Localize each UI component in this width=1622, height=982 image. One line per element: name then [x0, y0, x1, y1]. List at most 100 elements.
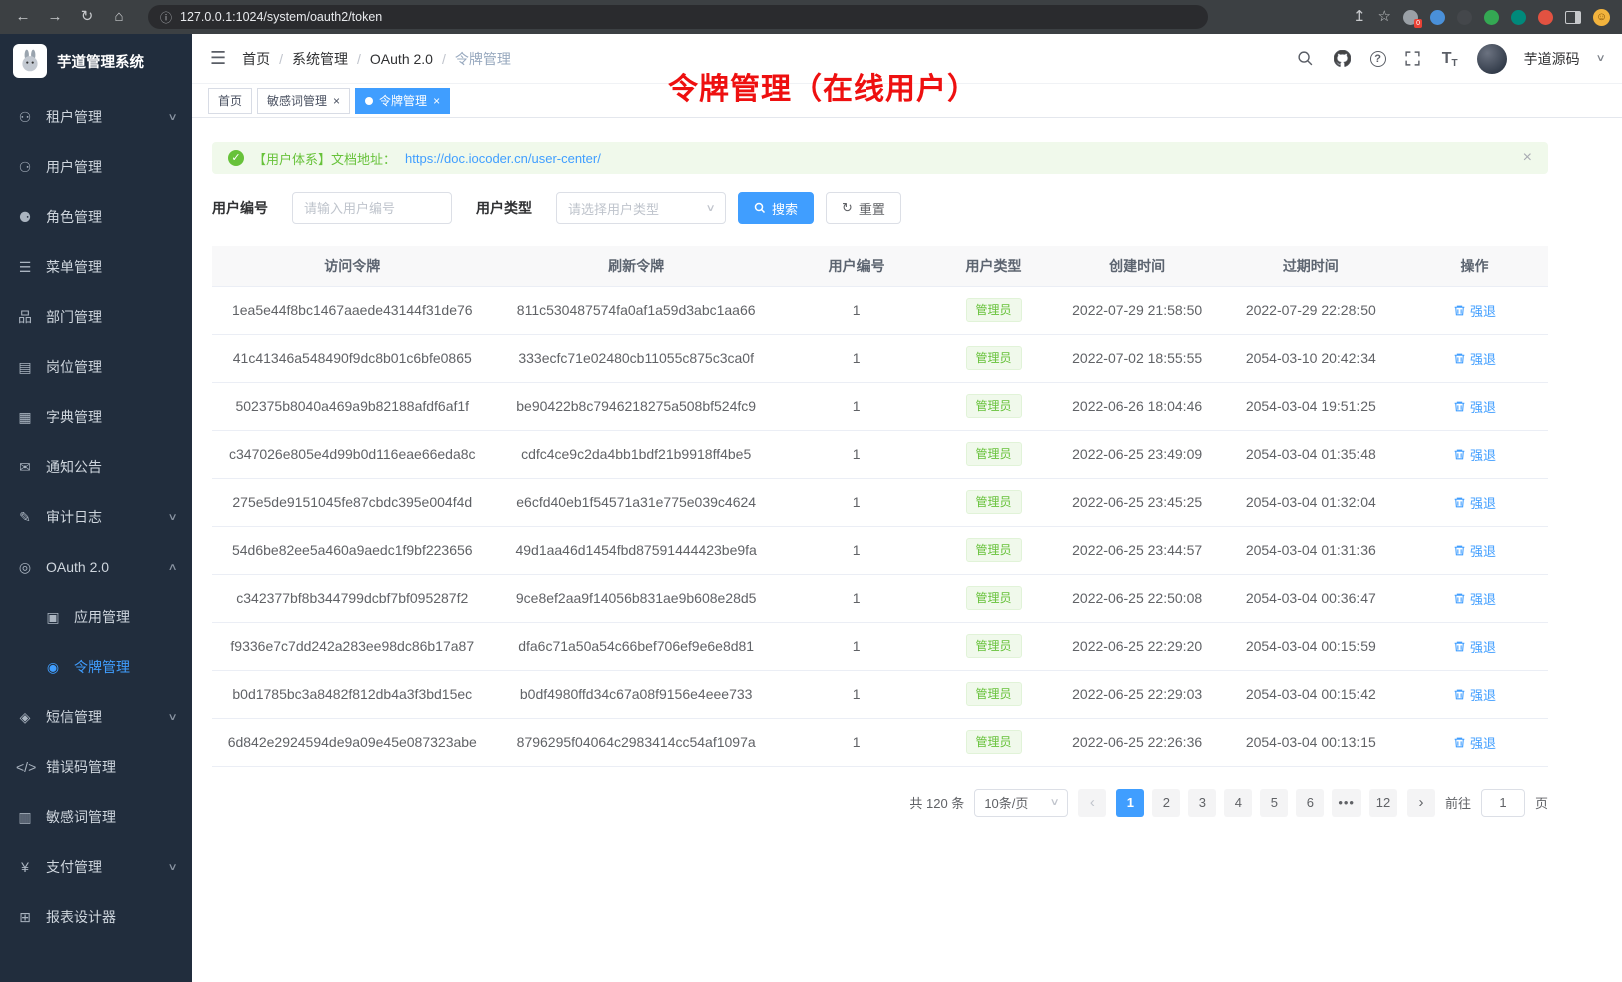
force-logout-button[interactable]: 强退 — [1453, 493, 1496, 512]
search-button[interactable]: 搜索 — [738, 192, 814, 224]
tab-home[interactable]: 首页 — [208, 88, 252, 114]
sensitive-icon: ▥ — [16, 809, 34, 826]
sidebar-item-oauth2-app[interactable]: ▣应用管理 — [0, 592, 192, 642]
home-icon[interactable]: ⌂ — [108, 0, 130, 34]
search-icon[interactable] — [1296, 49, 1316, 69]
sidebar-item-notice[interactable]: ✉通知公告 — [0, 442, 192, 492]
alert-close-icon[interactable]: × — [1523, 149, 1532, 167]
url-bar[interactable]: ⓘ 127.0.0.1:1024/system/oauth2/token — [148, 5, 1208, 29]
tab-sensitive-word[interactable]: 敏感词管理× — [257, 88, 350, 114]
user-type-tag: 管理员 — [966, 394, 1022, 418]
tab-close-icon[interactable]: × — [433, 94, 440, 108]
alert-doc-link[interactable]: https://doc.iocoder.cn/user-center/ — [405, 151, 601, 166]
user-id-input[interactable] — [292, 192, 452, 224]
github-icon[interactable] — [1333, 49, 1353, 69]
goto-page-input[interactable] — [1481, 789, 1525, 817]
tab-close-icon[interactable]: × — [333, 94, 340, 108]
sidebar-item-menu[interactable]: ☰菜单管理 — [0, 242, 192, 292]
pager-page-12[interactable]: 12 — [1369, 789, 1397, 817]
force-logout-button[interactable]: 强退 — [1453, 301, 1496, 320]
back-icon[interactable]: ← — [12, 0, 34, 34]
user-type-placeholder: 请选择用户类型 — [568, 199, 659, 218]
extension-icon[interactable] — [1430, 10, 1445, 25]
force-logout-button[interactable]: 强退 — [1453, 685, 1496, 704]
trash-icon — [1453, 592, 1466, 605]
force-logout-button[interactable]: 强退 — [1453, 445, 1496, 464]
share-icon[interactable]: ↥ — [1353, 0, 1366, 34]
sidebar-item-error-code[interactable]: </>错误码管理 — [0, 742, 192, 792]
sidebar-item-role[interactable]: ⚈角色管理 — [0, 192, 192, 242]
col-user-type: 用户类型 — [933, 246, 1053, 286]
force-logout-button[interactable]: 强退 — [1453, 349, 1496, 368]
sidebar-item-post[interactable]: ▤岗位管理 — [0, 342, 192, 392]
collapse-sidebar-icon[interactable]: ☰ — [210, 48, 226, 69]
trash-icon — [1453, 640, 1466, 653]
table-header-row: 访问令牌 刷新令牌 用户编号 用户类型 创建时间 过期时间 操作 — [212, 246, 1548, 286]
audit-icon: ✎ — [16, 509, 34, 526]
pager-more-button[interactable]: ••• — [1332, 789, 1361, 817]
help-icon[interactable]: ? — [1370, 51, 1386, 67]
extension-icon[interactable] — [1511, 10, 1526, 25]
chevron-down-icon[interactable]: ∨ — [1595, 53, 1605, 64]
app-logo-row[interactable]: 芋道管理系统 — [0, 34, 192, 88]
extension-icon[interactable] — [1457, 10, 1472, 25]
reset-button[interactable]: ↻ 重置 — [826, 192, 901, 224]
cell-refresh-token: 811c530487574fa0af1a59d3abc1aa66 — [493, 286, 780, 334]
bookmark-star-icon[interactable]: ☆ — [1378, 0, 1391, 34]
chevron-down-icon: ∨ — [167, 862, 177, 873]
sidebar-item-oauth2-token[interactable]: ◉令牌管理 — [0, 642, 192, 692]
fullscreen-icon[interactable] — [1403, 49, 1423, 69]
cell-refresh-token: 9ce8ef2aa9f14056b831ae9b608e28d5 — [493, 574, 780, 622]
breadcrumb-item-oauth2[interactable]: OAuth 2.0 — [370, 51, 446, 67]
pager-page-3[interactable]: 3 — [1188, 789, 1216, 817]
force-logout-button[interactable]: 强退 — [1453, 733, 1496, 752]
force-logout-button[interactable]: 强退 — [1453, 397, 1496, 416]
trash-icon — [1453, 544, 1466, 557]
header-actions: ? T 芋道源码 ∨ — [1296, 44, 1604, 74]
tab-oauth2-token[interactable]: 令牌管理× — [355, 88, 450, 114]
page-size-select[interactable]: 10条/页 ∨ — [974, 789, 1068, 817]
force-logout-button[interactable]: 强退 — [1453, 589, 1496, 608]
puzzle-extension-icon[interactable] — [1538, 10, 1553, 25]
sidebar-item-label: 审计日志 — [46, 507, 169, 527]
pager-prev-button[interactable]: ‹ — [1078, 789, 1106, 817]
sidebar-item-tenant[interactable]: ⚇租户管理∨ — [0, 92, 192, 142]
sidebar-item-label: 用户管理 — [46, 157, 176, 177]
user-type-tag: 管理员 — [966, 730, 1022, 754]
extension-icon[interactable] — [1403, 10, 1418, 25]
sidebar-item-report[interactable]: ⊞报表设计器 — [0, 892, 192, 942]
sidebar-item-oauth2[interactable]: ◎OAuth 2.0∧ — [0, 542, 192, 592]
pager-page-6[interactable]: 6 — [1296, 789, 1324, 817]
breadcrumb-item-system[interactable]: 系统管理 — [292, 49, 361, 69]
pager-page-5[interactable]: 5 — [1260, 789, 1288, 817]
sidebar-item-dict[interactable]: ▦字典管理 — [0, 392, 192, 442]
forward-icon[interactable]: → — [44, 0, 66, 34]
sidebar-item-user[interactable]: ⚆用户管理 — [0, 142, 192, 192]
pager-page-1[interactable]: 1 — [1116, 789, 1144, 817]
pager-next-button[interactable]: › — [1407, 789, 1435, 817]
extension-icon[interactable] — [1484, 10, 1499, 25]
pager-page-4[interactable]: 4 — [1224, 789, 1252, 817]
sidebar-item-pay[interactable]: ¥支付管理∨ — [0, 842, 192, 892]
cell-expire-time: 2054-03-04 01:35:48 — [1221, 430, 1401, 478]
cell-actions: 强退 — [1401, 526, 1548, 574]
browser-profile-avatar[interactable]: ☺ — [1593, 9, 1610, 26]
username[interactable]: 芋道源码 — [1524, 49, 1580, 69]
pager-page-2[interactable]: 2 — [1152, 789, 1180, 817]
breadcrumb-item-home[interactable]: 首页 — [242, 49, 283, 69]
sidebar-item-sms[interactable]: ◈短信管理∨ — [0, 692, 192, 742]
force-logout-button[interactable]: 强退 — [1453, 541, 1496, 560]
user-type-select[interactable]: 请选择用户类型 ∨ — [556, 192, 726, 224]
dept-icon: 品 — [16, 307, 34, 327]
site-info-icon[interactable]: ⓘ — [160, 9, 172, 26]
sidebar-item-sensitive-word[interactable]: ▥敏感词管理 — [0, 792, 192, 842]
sidebar-item-label: 菜单管理 — [46, 257, 176, 277]
sidebar-item-audit-log[interactable]: ✎审计日志∨ — [0, 492, 192, 542]
side-panel-icon[interactable] — [1565, 11, 1581, 24]
force-logout-button[interactable]: 强退 — [1453, 637, 1496, 656]
tenant-icon: ⚇ — [16, 109, 34, 126]
user-avatar[interactable] — [1477, 44, 1507, 74]
font-size-icon[interactable]: T — [1440, 49, 1460, 69]
reload-icon[interactable]: ↻ — [76, 0, 98, 34]
sidebar-item-dept[interactable]: 品部门管理 — [0, 292, 192, 342]
